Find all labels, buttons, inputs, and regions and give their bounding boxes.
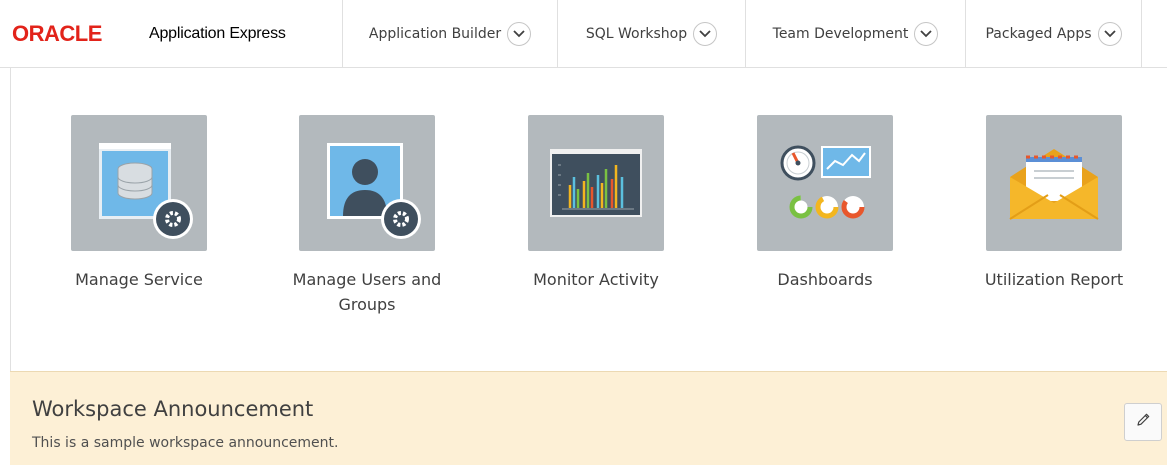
user-settings-icon: [299, 115, 435, 251]
oracle-logo-text: ORACLE: [12, 24, 102, 44]
panel-border: [10, 68, 11, 371]
announcement-title: Workspace Announcement: [32, 397, 314, 421]
tab-team-development[interactable]: Team Development: [746, 0, 966, 68]
bar-chart-icon: [528, 115, 664, 251]
chevron-down-icon[interactable]: [507, 22, 532, 46]
tile-manage-users-and-groups[interactable]: Manage Users and Groups: [287, 115, 447, 317]
app-name: Application Express: [149, 24, 286, 42]
chevron-down-icon[interactable]: [914, 22, 939, 46]
tile-manage-service[interactable]: Manage Service: [59, 115, 219, 292]
tile-label: Monitor Activity: [533, 270, 659, 289]
pencil-icon: [1135, 412, 1151, 432]
tab-label: Application Builder: [368, 26, 502, 42]
tab-label: Packaged Apps: [985, 26, 1092, 42]
tab-packaged-apps[interactable]: Packaged Apps: [966, 0, 1142, 68]
tab-label: Team Development: [772, 26, 909, 42]
tile-utilization-report[interactable]: Utilization Report: [974, 115, 1134, 292]
chevron-down-icon[interactable]: [693, 22, 718, 46]
tile-label: Manage Users and Groups: [292, 270, 442, 314]
envelope-icon: [986, 115, 1122, 251]
tab-label: SQL Workshop: [585, 26, 688, 42]
brand[interactable]: ORACLE Application Express: [0, 0, 343, 67]
tile-monitor-activity[interactable]: Monitor Activity: [516, 115, 676, 292]
dashboard-icon: [757, 115, 893, 251]
database-settings-icon: [71, 115, 207, 251]
tab-sql-workshop[interactable]: SQL Workshop: [558, 0, 746, 68]
tile-label: Dashboards: [777, 270, 873, 289]
edit-announcement-button[interactable]: [1124, 403, 1162, 441]
top-navigation-bar: ORACLE Application Express Application B…: [0, 0, 1167, 68]
tile-dashboards[interactable]: Dashboards: [745, 115, 905, 292]
chevron-down-icon[interactable]: [1097, 22, 1122, 46]
oracle-logo: ORACLE: [12, 24, 146, 44]
tile-label: Manage Service: [75, 270, 203, 289]
tile-label: Utilization Report: [984, 270, 1124, 289]
announcement-text: This is a sample workspace announcement.: [32, 435, 339, 451]
workspace-announcement-panel: Workspace Announcement This is a sample …: [10, 371, 1167, 465]
tab-application-builder[interactable]: Application Builder: [343, 0, 558, 68]
